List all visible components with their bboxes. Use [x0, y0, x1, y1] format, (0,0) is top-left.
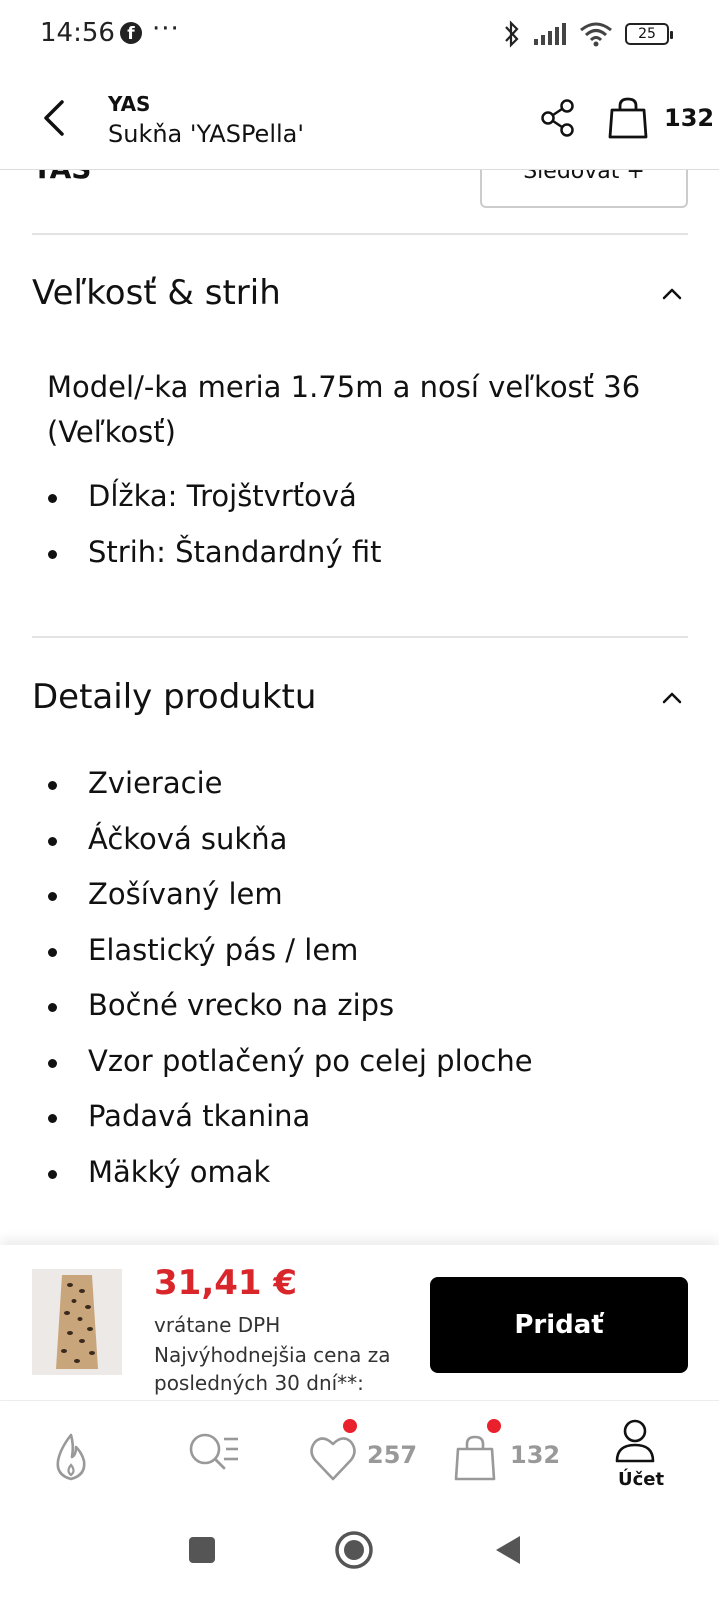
bottom-navigation: 257 132 Účet [0, 1400, 719, 1510]
status-time: 14:56 [40, 18, 115, 48]
recents-button[interactable] [188, 1536, 216, 1564]
follow-button[interactable]: Sledovať + [480, 170, 688, 208]
vat-note: vrátane DPH [154, 1313, 281, 1337]
facebook-icon: f [120, 22, 142, 44]
bag-count[interactable]: 132 [510, 1441, 560, 1469]
share-icon[interactable] [540, 98, 576, 138]
back-button[interactable] [36, 96, 72, 140]
chevron-up-icon[interactable] [660, 284, 684, 304]
divider [32, 233, 688, 235]
header-brand: YAS [108, 92, 151, 116]
details-section-title[interactable]: Detaily produktu [32, 677, 316, 717]
header-bag-count[interactable]: 132 [664, 104, 714, 132]
search-list-icon[interactable] [186, 1423, 240, 1493]
price: 31,41 € [154, 1263, 298, 1303]
status-bar: 14:56 f ··· 25 [0, 0, 719, 70]
model-info: Model/-ka meria 1.75m a nosí veľkosť 36 … [47, 370, 641, 449]
signal-icon [534, 23, 566, 45]
bag-badge [487, 1419, 501, 1433]
header-product-name: Sukňa 'YASPella' [108, 120, 304, 148]
product-details-list: Zvieracie Áčková sukňa Zošívaný lem Elas… [47, 763, 533, 1207]
product-details-content: YAS Sledovať + Veľkosť & strih Model/-ka… [0, 170, 719, 1245]
wishlist-count[interactable]: 257 [367, 1441, 417, 1469]
list-item: Zošívaný lem [47, 874, 533, 930]
account-icon[interactable] [614, 1417, 656, 1467]
list-item: Padavá tkanina [47, 1096, 533, 1152]
system-navigation [0, 1510, 719, 1600]
back-nav-button[interactable] [492, 1534, 522, 1566]
app-header: YAS Sukňa 'YASPella' 132 [0, 70, 719, 170]
list-item: Dĺžka: Trojštvrťová [47, 476, 381, 532]
list-item: Elastický pás / lem [47, 930, 533, 986]
brand-name[interactable]: YAS [32, 170, 91, 185]
wishlist-badge [343, 1419, 357, 1433]
add-to-bag-button[interactable]: Pridať [430, 1277, 688, 1373]
best-price-note: Najvýhodnejšia cena za posledných 30 dní… [154, 1343, 391, 1395]
list-item: Vzor potlačený po celej ploche [47, 1041, 533, 1097]
more-notifications-icon: ··· [152, 14, 180, 44]
flame-icon[interactable] [48, 1423, 94, 1493]
list-item: Zvieracie [47, 763, 533, 819]
list-item: Mäkký omak [47, 1152, 533, 1208]
list-item: Strih: Štandardný fit [47, 532, 381, 588]
shopping-bag-icon[interactable] [454, 1423, 496, 1493]
home-button[interactable] [334, 1530, 374, 1570]
list-item: Bočné vrecko na zips [47, 985, 533, 1041]
bluetooth-icon [505, 20, 519, 48]
product-thumbnail[interactable] [32, 1269, 122, 1375]
chevron-up-icon[interactable] [660, 688, 684, 708]
heart-icon[interactable] [308, 1423, 358, 1493]
list-item: Áčková sukňa [47, 819, 533, 875]
size-fit-list: Dĺžka: Trojštvrťová Strih: Štandardný fi… [47, 476, 381, 587]
purchase-bar: 31,41 € vrátane DPH Najvýhodnejšia cena … [0, 1245, 719, 1400]
size-section-title[interactable]: Veľkosť & strih [32, 273, 281, 313]
shopping-bag-icon[interactable] [608, 96, 648, 140]
status-icons: 25 [503, 20, 673, 48]
account-label[interactable]: Účet [618, 1469, 664, 1490]
battery-icon: 25 [625, 23, 673, 45]
wifi-icon [580, 22, 612, 47]
divider [32, 636, 688, 638]
